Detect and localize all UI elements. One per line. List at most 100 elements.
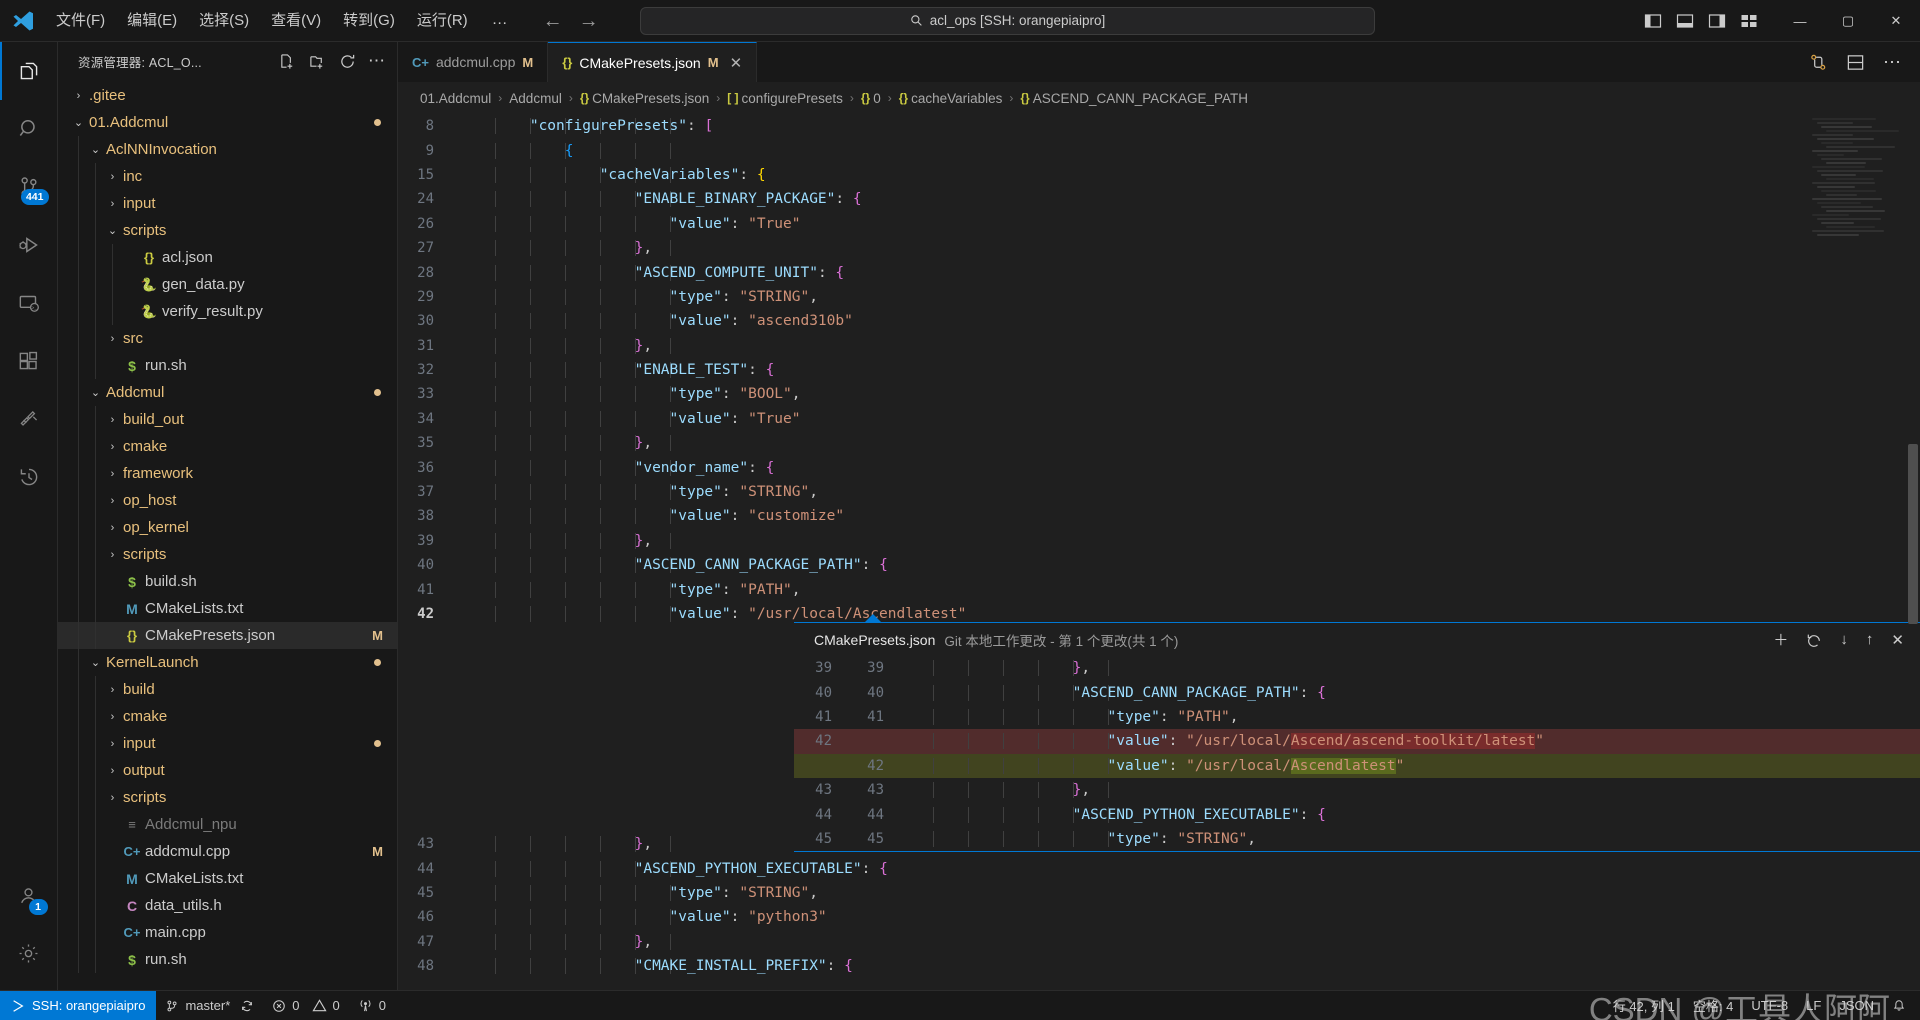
tab-cmakepresets-json[interactable]: {} CMakePresets.json M ✕	[548, 42, 758, 82]
tree-folder-output[interactable]: › output	[58, 757, 397, 784]
new-folder-icon[interactable]	[305, 49, 329, 73]
scrollbar-thumb[interactable]	[1908, 444, 1918, 624]
status-notifications[interactable]	[1883, 991, 1920, 1020]
activity-item-run-debug[interactable]	[0, 216, 58, 274]
activity-item-source-control[interactable]: 441	[0, 158, 58, 216]
status-eol[interactable]: LF	[1797, 991, 1830, 1020]
close-icon[interactable]: ✕	[730, 54, 743, 72]
code-line[interactable]: 8 "configurePresets": [	[398, 114, 1920, 138]
breadcrumb-item[interactable]: 01.Addcmul	[420, 91, 491, 106]
code-line[interactable]: 42 "value": "/usr/local/Ascendlatest"	[398, 602, 1920, 624]
new-file-icon[interactable]	[275, 49, 299, 73]
activity-item-explorer[interactable]	[0, 42, 58, 100]
code-line[interactable]: 43 },	[398, 832, 1920, 856]
chevron-right-icon[interactable]: ›	[104, 765, 121, 777]
code-line[interactable]: 31 },	[398, 334, 1920, 358]
activity-item-timeline[interactable]	[0, 448, 58, 506]
add-icon[interactable]: ＋	[1773, 629, 1788, 650]
tree-file-build-sh[interactable]: $ build.sh	[58, 568, 397, 595]
arrow-left-icon[interactable]: ←	[543, 11, 563, 31]
tree-file-addcmul-npu[interactable]: ≡ Addcmul_npu	[58, 811, 397, 838]
arrow-right-icon[interactable]: →	[579, 11, 599, 31]
tree-file-cmakelists-txt[interactable]: M CMakeLists.txt	[58, 595, 397, 622]
code-line[interactable]: 26 "value": "True"	[398, 212, 1920, 236]
tree-folder-cmake[interactable]: › cmake	[58, 703, 397, 730]
breadcrumb-item[interactable]: {} CMakePresets.json	[580, 91, 709, 106]
tree-folder-op-host[interactable]: › op_host	[58, 487, 397, 514]
activity-item-settings[interactable]	[0, 924, 58, 982]
code-line[interactable]: 28 "ASCEND_COMPUTE_UNIT": {	[398, 260, 1920, 284]
close-button[interactable]: ✕	[1872, 0, 1920, 42]
minimize-button[interactable]: —	[1776, 0, 1824, 42]
breadcrumb-item[interactable]: {} 0	[861, 91, 881, 106]
menu-run[interactable]: 运行(R)	[407, 7, 478, 35]
code-line[interactable]: 44 "ASCEND_PYTHON_EXECUTABLE": {	[398, 856, 1920, 880]
code-line[interactable]: 38 "value": "customize"	[398, 504, 1920, 528]
breadcrumb[interactable]: 01.Addcmul › Addcmul ›{} CMakePresets.json ›[…	[398, 82, 1920, 114]
code-editor-top[interactable]: 8 "configurePresets": [9 {15 "cacheVaria…	[398, 114, 1920, 624]
tree-folder--gitee[interactable]: › .gitee	[58, 82, 397, 109]
menu-go[interactable]: 转到(G)	[333, 7, 405, 35]
toggle-panel-icon[interactable]	[1676, 12, 1694, 30]
diff-line-ctx[interactable]: 43 43 },	[794, 778, 1920, 802]
code-line[interactable]: 24 "ENABLE_BINARY_PACKAGE": {	[398, 187, 1920, 211]
more-actions-icon[interactable]: ⋯	[365, 49, 389, 73]
status-remote-host[interactable]: SSH: orangepiaipro	[0, 990, 157, 1020]
tree-file-addcmul-cpp[interactable]: C+ addcmul.cpp M	[58, 838, 397, 865]
chevron-right-icon[interactable]: ›	[104, 684, 121, 696]
activity-item-search[interactable]	[0, 100, 58, 158]
tree-folder-aclnninvocation[interactable]: ⌄ AclNNInvocation	[58, 136, 397, 163]
code-line[interactable]: 37 "type": "STRING",	[398, 480, 1920, 504]
file-tree[interactable]: › .gitee ⌄ 01.Addcmul ⌄ AclNNInvocation › inc › i…	[58, 80, 397, 990]
code-line[interactable]: 45 "type": "STRING",	[398, 881, 1920, 905]
chevron-down-icon[interactable]: ⌄	[87, 656, 104, 669]
diff-line-ctx[interactable]: 39 39 },	[794, 656, 1920, 680]
activity-item-testing[interactable]	[0, 390, 58, 448]
code-line[interactable]: 29 "type": "STRING",	[398, 285, 1920, 309]
toggle-secondary-sidebar-icon[interactable]	[1708, 12, 1726, 30]
status-branch[interactable]: master*	[156, 991, 263, 1020]
breadcrumb-item[interactable]: Addcmul	[509, 91, 562, 106]
tree-folder-inc[interactable]: › inc	[58, 163, 397, 190]
tree-file-run-sh[interactable]: $ run.sh	[58, 352, 397, 379]
status-problems[interactable]: 0 0	[263, 991, 348, 1020]
activity-item-accounts[interactable]: 1	[0, 866, 58, 924]
chevron-down-icon[interactable]: ⌄	[70, 116, 87, 129]
tree-folder-op-kernel[interactable]: › op_kernel	[58, 514, 397, 541]
tree-file-main-cpp[interactable]: C+ main.cpp	[58, 919, 397, 946]
command-center-search[interactable]: acl_ops [SSH: orangepiaipro]	[640, 6, 1375, 35]
tree-file-gen-data-py[interactable]: 🐍 gen_data.py	[58, 271, 397, 298]
code-line[interactable]: 39 },	[398, 529, 1920, 553]
diff-line-ctx[interactable]: 40 40 "ASCEND_CANN_PACKAGE_PATH": {	[794, 680, 1920, 704]
tree-folder-01-addcmul[interactable]: ⌄ 01.Addcmul	[58, 109, 397, 136]
menu-edit[interactable]: 编辑(E)	[117, 7, 187, 35]
code-editor-bottom[interactable]: 43 }, 44 "ASCEND_PYTHON_EXECUTABLE": {45 …	[398, 832, 1920, 990]
tree-folder-build[interactable]: › build	[58, 676, 397, 703]
chevron-right-icon[interactable]: ›	[104, 549, 121, 561]
tree-file-data-utils-h[interactable]: Cdata_utils.h	[58, 892, 397, 919]
breadcrumb-item[interactable]: {} cacheVariables	[899, 91, 1003, 106]
split-editor-down-icon[interactable]	[1846, 53, 1865, 72]
chevron-right-icon[interactable]: ›	[104, 441, 121, 453]
maximize-button[interactable]: ▢	[1824, 0, 1872, 42]
sync-icon[interactable]	[240, 999, 254, 1013]
tree-folder-src[interactable]: › src	[58, 325, 397, 352]
menu-file[interactable]: 文件(F)	[46, 7, 115, 35]
tree-folder-addcmul[interactable]: ⌄ Addcmul	[58, 379, 397, 406]
status-language-mode[interactable]: JSON	[1830, 991, 1883, 1020]
code-line[interactable]: 30 "value": "ascend310b"	[398, 309, 1920, 333]
revert-icon[interactable]	[1806, 632, 1822, 648]
breadcrumb-item[interactable]: {} ASCEND_CANN_PACKAGE_PATH	[1020, 91, 1248, 106]
refresh-icon[interactable]	[335, 49, 359, 73]
chevron-right-icon[interactable]: ›	[104, 738, 121, 750]
status-encoding[interactable]: UTF-8	[1742, 991, 1797, 1020]
toggle-primary-sidebar-icon[interactable]	[1644, 12, 1662, 30]
code-line[interactable]: 34 "value": "True"	[398, 407, 1920, 431]
menu-more[interactable]: …	[480, 6, 521, 35]
status-indentation[interactable]: 空格: 4	[1684, 991, 1742, 1020]
status-cursor-position[interactable]: 行 42, 列 1	[1604, 991, 1684, 1020]
menu-selection[interactable]: 选择(S)	[189, 7, 259, 35]
diff-line-ctx[interactable]: 41 41 "type": "PATH",	[794, 705, 1920, 729]
diff-line-ins[interactable]: 42 "value": "/usr/local/Ascendlatest"	[794, 753, 1920, 778]
tree-file-cmakepresets-json[interactable]: {} CMakePresets.json M	[58, 622, 397, 649]
